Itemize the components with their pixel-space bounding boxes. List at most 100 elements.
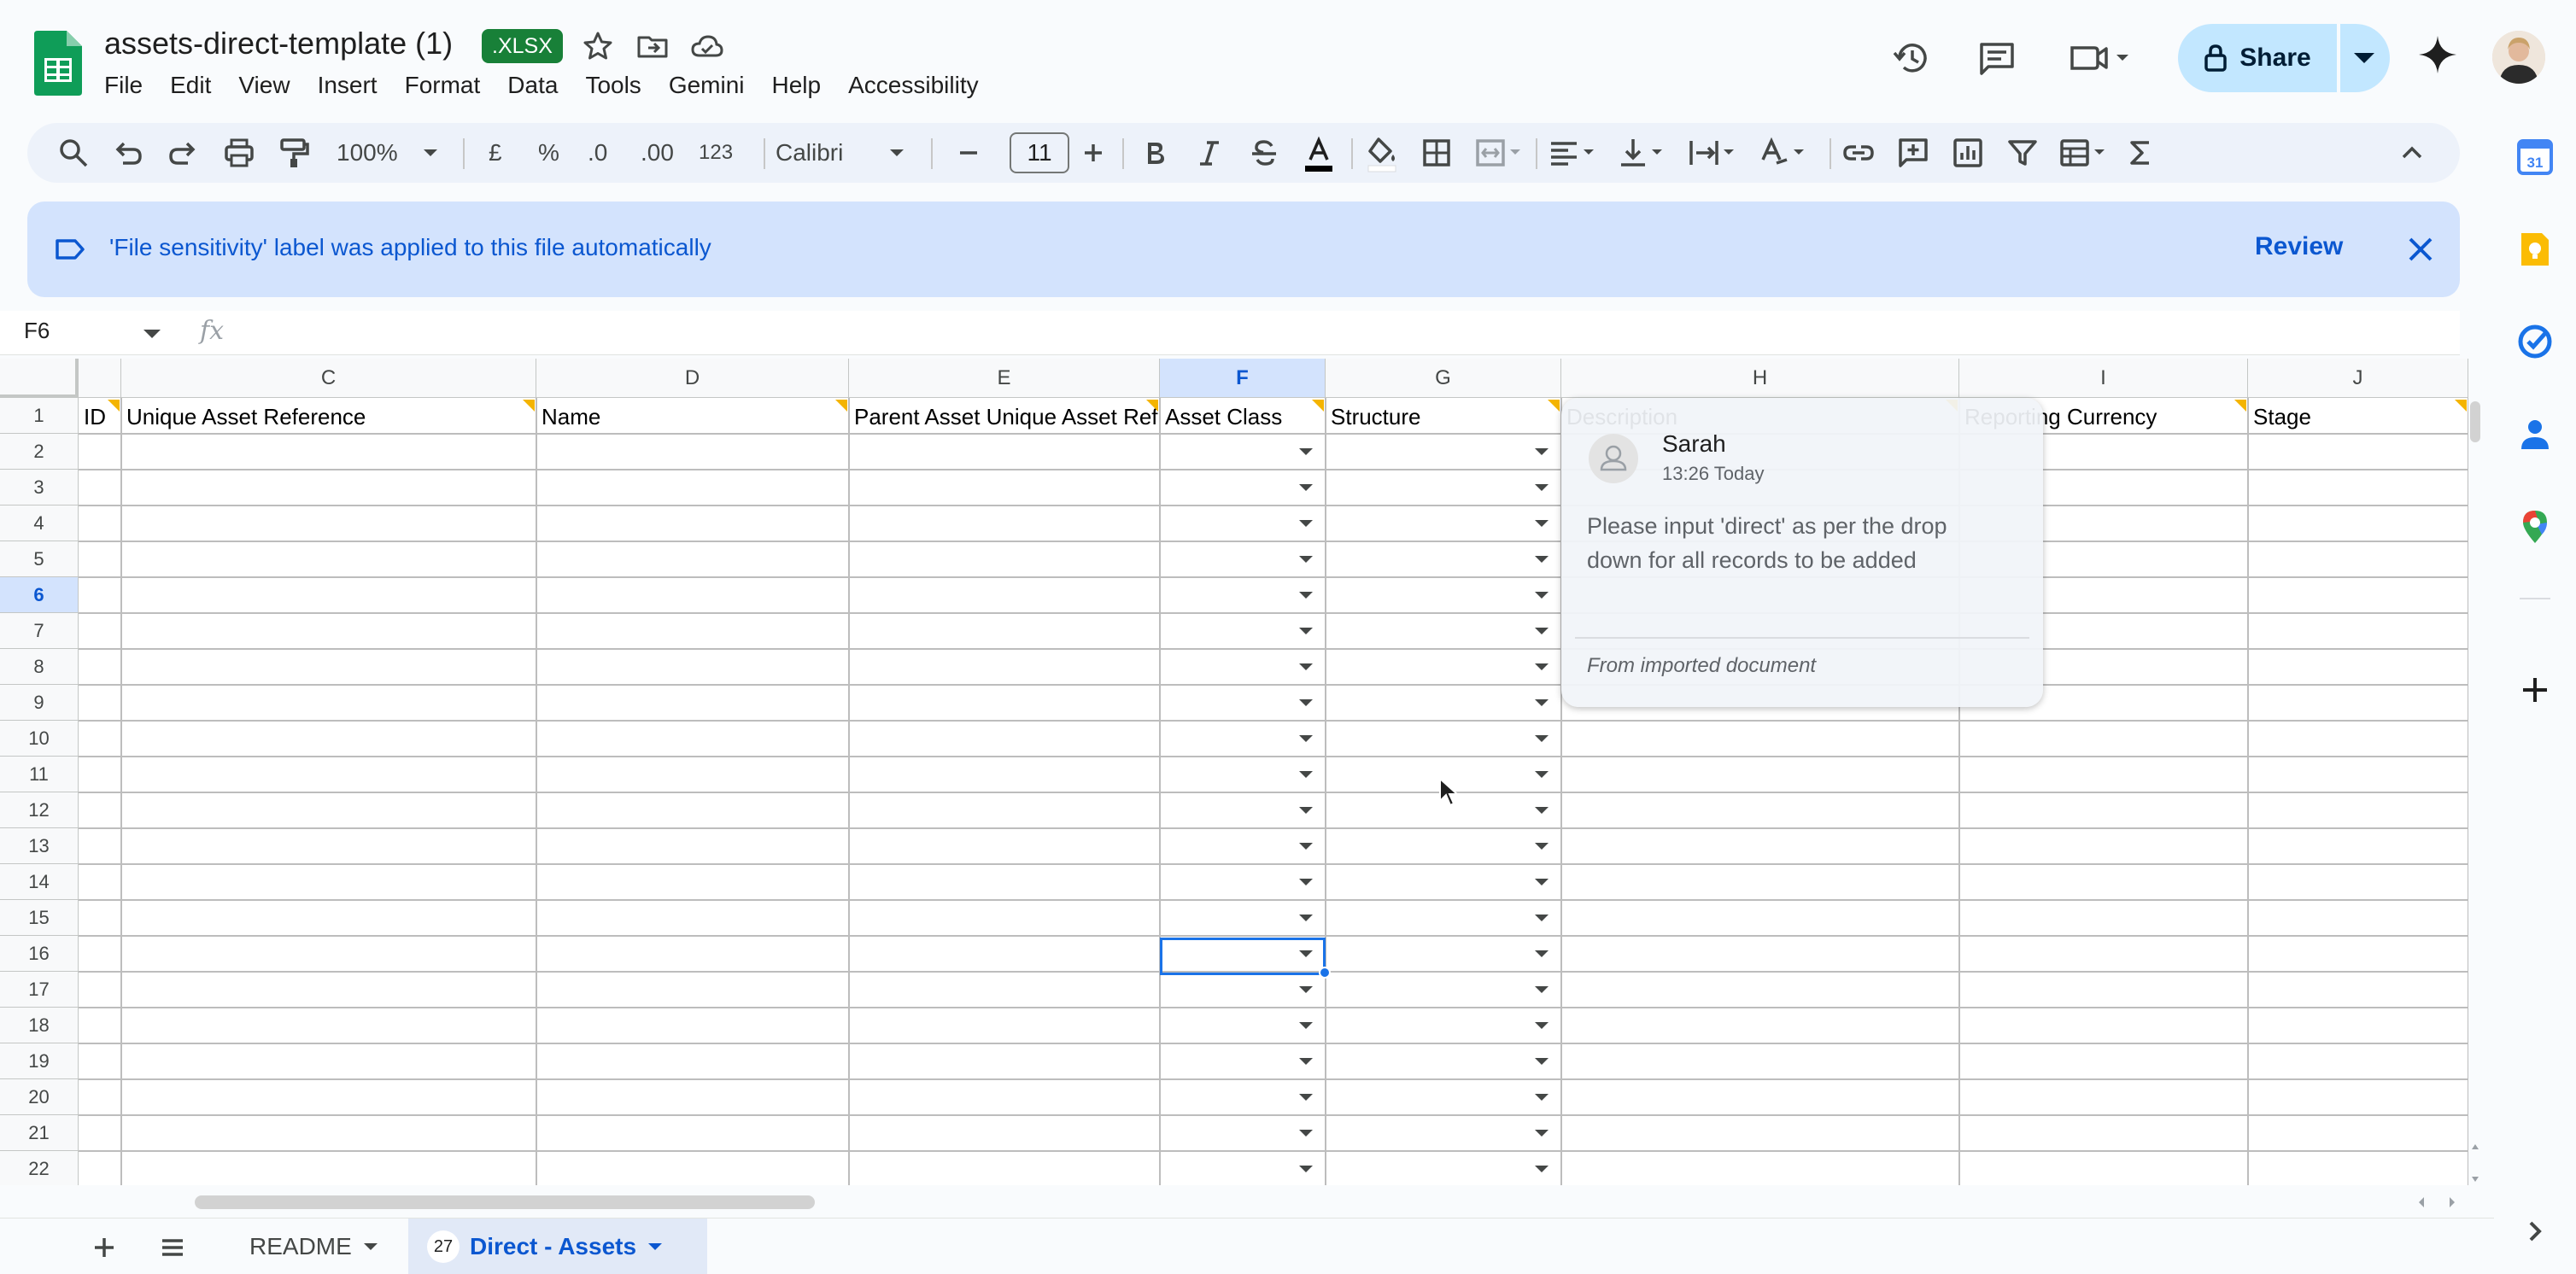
table-view-icon[interactable] [2058, 136, 2110, 170]
cell-dropdown-icon[interactable] [1297, 877, 1315, 887]
cell-dropdown-icon[interactable] [1297, 626, 1315, 636]
calendar-icon[interactable]: 31 [2516, 138, 2554, 176]
header-cell[interactable]: Unique Asset Reference [121, 401, 535, 432]
menu-format[interactable]: Format [391, 68, 495, 102]
increase-font-size-icon[interactable] [1080, 136, 1107, 170]
font-size-input[interactable]: 11 [1010, 132, 1069, 173]
cell-dropdown-icon[interactable] [1532, 949, 1551, 959]
column-header-i[interactable]: I [1959, 359, 2248, 398]
close-icon[interactable] [2402, 231, 2439, 268]
share-button[interactable]: Share [2178, 24, 2337, 92]
comment-popup[interactable]: Sarah 13:26 Today Please input 'direct' … [1561, 398, 2043, 707]
cell-dropdown-icon[interactable] [1297, 733, 1315, 744]
menu-edit[interactable]: Edit [156, 68, 225, 102]
cloud-status-icon[interactable] [690, 29, 724, 63]
menu-view[interactable]: View [225, 68, 303, 102]
cell-dropdown-icon[interactable] [1297, 1164, 1315, 1174]
text-rotation-icon[interactable] [1758, 136, 1809, 170]
menu-gemini[interactable]: Gemini [655, 68, 758, 102]
column-header-g[interactable]: G [1326, 359, 1561, 398]
row-header-8[interactable]: 8 [0, 649, 79, 685]
cell-dropdown-icon[interactable] [1532, 518, 1551, 529]
cell-dropdown-icon[interactable] [1532, 662, 1551, 672]
tasks-icon[interactable] [2516, 323, 2554, 360]
cell-dropdown-icon[interactable] [1532, 1056, 1551, 1067]
history-icon[interactable] [1891, 38, 1932, 79]
horizontal-scrollbar[interactable] [195, 1195, 815, 1209]
row-header-6[interactable]: 6 [0, 577, 79, 613]
undo-icon[interactable] [111, 136, 145, 170]
sheets-logo-icon[interactable] [34, 31, 82, 96]
borders-icon[interactable] [1420, 136, 1454, 170]
row-header-17[interactable]: 17 [0, 972, 79, 1008]
row-header-10[interactable]: 10 [0, 721, 79, 757]
row-header-4[interactable]: 4 [0, 506, 79, 541]
fill-handle[interactable] [1319, 967, 1331, 979]
cell-dropdown-icon[interactable] [1297, 662, 1315, 672]
column-header-e[interactable]: E [849, 359, 1160, 398]
cell-dropdown-icon[interactable] [1532, 913, 1551, 923]
sheet-tab-readme[interactable]: README [231, 1218, 398, 1274]
fill-color-icon[interactable] [1365, 136, 1399, 173]
row-header-21[interactable]: 21 [0, 1115, 79, 1151]
comment-marker-icon[interactable] [108, 400, 120, 412]
cell-dropdown-icon[interactable] [1297, 769, 1315, 780]
column-header-d[interactable]: D [536, 359, 849, 398]
number-format-button[interactable]: 123 [699, 137, 733, 169]
row-header-13[interactable]: 13 [0, 828, 79, 864]
cell-dropdown-icon[interactable] [1532, 554, 1551, 564]
decrease-font-size-icon[interactable] [955, 136, 982, 170]
menu-accessibility[interactable]: Accessibility [834, 68, 992, 102]
column-header-c[interactable]: C [121, 359, 536, 398]
font-family-select[interactable]: Calibri [776, 137, 843, 169]
contacts-icon[interactable] [2516, 415, 2554, 453]
row-header-2[interactable]: 2 [0, 434, 79, 470]
selected-cell[interactable] [1160, 938, 1326, 975]
print-icon[interactable] [222, 136, 256, 170]
cell-dropdown-icon[interactable] [1532, 1164, 1551, 1174]
comment-marker-icon[interactable] [2234, 400, 2246, 412]
insert-chart-icon[interactable] [1951, 136, 1985, 170]
menu-data[interactable]: Data [494, 68, 571, 102]
row-header-5[interactable]: 5 [0, 541, 79, 577]
cell-dropdown-icon[interactable] [1297, 554, 1315, 564]
cell-dropdown-icon[interactable] [1297, 590, 1315, 600]
bold-icon[interactable] [1138, 136, 1172, 170]
vertical-align-icon[interactable] [1618, 136, 1669, 170]
add-sheet-icon[interactable] [91, 1234, 118, 1261]
gemini-spark-icon[interactable] [2417, 34, 2458, 75]
merge-cells-icon[interactable] [1474, 136, 1525, 170]
column-header-f[interactable]: F [1160, 359, 1326, 398]
row-header-16[interactable]: 16 [0, 936, 79, 972]
cell-dropdown-icon[interactable] [1532, 447, 1551, 457]
cell-dropdown-icon[interactable] [1532, 590, 1551, 600]
move-folder-icon[interactable] [635, 29, 670, 63]
column-header-j[interactable]: J [2248, 359, 2468, 398]
cell-dropdown-icon[interactable] [1532, 841, 1551, 851]
header-cell[interactable]: Stage [2248, 401, 2467, 432]
name-box[interactable]: F6 [24, 318, 50, 344]
meet-icon[interactable] [2067, 38, 2135, 79]
row-header-1[interactable]: 1 [0, 398, 79, 434]
functions-sum-icon[interactable] [2123, 136, 2157, 170]
horizontal-align-icon[interactable] [1548, 136, 1599, 170]
row-header-18[interactable]: 18 [0, 1008, 79, 1043]
decrease-decimal-button[interactable]: .0 [588, 137, 607, 169]
header-cell[interactable]: Parent Asset Unique Asset Ref [849, 401, 1158, 432]
collapse-toolbar-icon[interactable] [2395, 136, 2429, 170]
currency-format-button[interactable]: £ [489, 137, 502, 169]
tab-menu-icon[interactable] [362, 1242, 379, 1252]
cell-dropdown-icon[interactable] [1297, 985, 1315, 995]
vertical-scrollbar[interactable] [2470, 401, 2480, 442]
review-button[interactable]: Review [2255, 232, 2343, 261]
user-avatar[interactable] [2492, 31, 2545, 84]
share-dropdown-icon[interactable] [2347, 48, 2381, 68]
filter-icon[interactable] [2005, 136, 2040, 170]
tab-menu-icon[interactable] [647, 1242, 664, 1252]
cell-dropdown-icon[interactable] [1297, 698, 1315, 708]
keep-icon[interactable] [2516, 231, 2554, 268]
row-header-19[interactable]: 19 [0, 1043, 79, 1079]
hscroll-arrows-icon[interactable] [2414, 1195, 2460, 1209]
spreadsheet-grid[interactable]: C D E F G H I J 1 2 3 4 5 6 7 8 9 10 11 12 13 14 15 16 17 18 19 20 2… [0, 359, 2468, 1185]
maps-icon[interactable] [2516, 507, 2554, 545]
